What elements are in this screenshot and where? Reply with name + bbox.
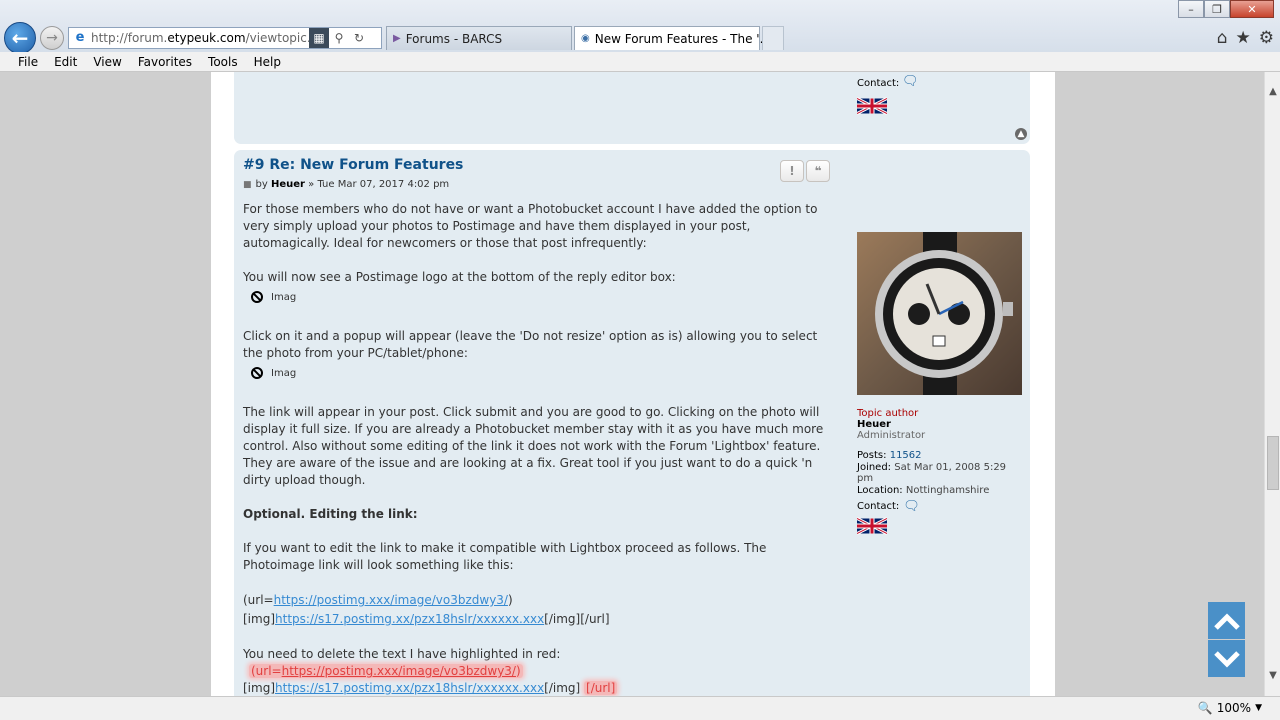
post-paragraph: For those members who do not have or wan… [243, 202, 818, 250]
post-paragraph: If you want to edit the link to make it … [243, 541, 767, 572]
image-alt-text: Imag [271, 291, 297, 303]
back-to-top-icon[interactable]: ▲ [1015, 128, 1027, 140]
scroll-to-bottom-button[interactable] [1208, 640, 1245, 677]
close-window-button[interactable]: ✕ [1230, 0, 1274, 18]
chevron-down-icon: ▼ [1255, 703, 1262, 713]
menu-favorites[interactable]: Favorites [138, 55, 192, 69]
highlighted-url-end: [/url] [584, 681, 618, 695]
profile-joined: Joined: Sat Mar 01, 2008 5:29 pm [857, 461, 1007, 485]
profile-location: Location: Nottinghamshire [857, 484, 990, 496]
back-button[interactable]: ← [4, 22, 36, 54]
forward-button[interactable]: → [40, 26, 64, 50]
menu-tools[interactable]: Tools [208, 55, 238, 69]
by-label: by [255, 179, 268, 190]
broken-image-icon [251, 367, 263, 379]
highlighted-url-segment: (url=https://postimg.xxx/image/vo3bzdwy3… [249, 664, 523, 678]
profile-posts-count[interactable]: 11562 [890, 450, 922, 461]
menu-view[interactable]: View [93, 55, 121, 69]
post-paragraph: Click on it and a popup will appear (lea… [243, 329, 818, 360]
forum-wrap: Contact: 🗨 ▲ #9 Re: New Forum Features ■… [211, 72, 1055, 696]
post-subheading: Optional. Editing the link: [243, 507, 418, 521]
window-controls: – ❐ ✕ [1178, 0, 1274, 18]
tab-forums-barcs[interactable]: ▶ Forums - BARCS [386, 26, 572, 50]
broken-image: Imag [251, 365, 833, 381]
tab-favicon-icon: ▶ [393, 33, 401, 44]
menu-bar: File Edit View Favorites Tools Help [0, 52, 1280, 72]
home-icon[interactable]: ⌂ [1217, 28, 1228, 48]
scrollbar-thumb[interactable] [1267, 436, 1279, 490]
menu-file[interactable]: File [18, 55, 38, 69]
menu-help[interactable]: Help [254, 55, 281, 69]
tab-label: New Forum Features - The '... [594, 31, 772, 46]
broken-image: Imag [251, 289, 833, 305]
contact-bubble-icon[interactable]: 🗨 [902, 74, 919, 89]
ie-page-icon: e [75, 30, 85, 45]
post-author-line: ■ by Heuer » Tue Mar 07, 2017 4:02 pm [243, 179, 449, 190]
tab-label: Forums - BARCS [405, 31, 503, 46]
img-link[interactable]: https://s17.postimg.xx/pzx18hslr/xxxxxx.… [275, 681, 544, 695]
scroll-down-arrow-icon[interactable]: ▼ [1265, 668, 1280, 684]
image-alt-text: Imag [271, 367, 297, 379]
zoom-level: 100% [1216, 701, 1252, 715]
status-bar: 🔍 100% ▼ [0, 696, 1280, 720]
chevron-down-icon [1213, 650, 1240, 668]
refresh-icon[interactable]: ↻ [349, 28, 369, 48]
uk-flag-icon [856, 517, 888, 535]
code-line-url: (url=https://postimg.xxx/image/vo3bzdwy3… [243, 593, 513, 607]
code-line-img-highlighted: [img]https://s17.postimg.xx/pzx18hslr/xx… [243, 681, 618, 695]
post-title[interactable]: #9 Re: New Forum Features [243, 157, 463, 173]
favorites-star-icon[interactable]: ★ [1236, 28, 1251, 48]
browser-titlebar: – ❐ ✕ ← → e http://forum.etypeuk.com/vie… [0, 0, 1280, 54]
scroll-up-arrow-icon[interactable]: ▲ [1265, 84, 1280, 100]
url-link[interactable]: https://postimg.xxx/image/vo3bzdwy3/ [282, 664, 516, 678]
maximize-button[interactable]: ❐ [1204, 0, 1230, 18]
url-link[interactable]: https://postimg.xxx/image/vo3bzdwy3/ [274, 593, 508, 607]
uk-flag-icon [857, 97, 887, 115]
quote-button[interactable]: ❝ [806, 160, 830, 182]
chevron-up-icon [1213, 612, 1240, 630]
vertical-scrollbar[interactable]: ▲ ▼ [1264, 72, 1280, 696]
contact-label: Contact: [857, 78, 900, 89]
post-profile: Topic author Heuer Administrator Posts: … [856, 232, 1023, 539]
search-icon[interactable]: ⚲ [329, 28, 349, 48]
report-button[interactable]: ! [780, 160, 804, 182]
profile-rank: Topic author [857, 408, 919, 419]
tab-new-forum-features[interactable]: ◉ New Forum Features - The '... ✕ [574, 26, 782, 50]
menu-edit[interactable]: Edit [54, 55, 77, 69]
post-date: » Tue Mar 07, 2017 4:02 pm [308, 179, 450, 190]
zoom-icon: 🔍 [1197, 701, 1213, 715]
browser-toolbar: ⌂ ★ ⚙ [1217, 28, 1274, 48]
profile-contact: Contact: 🗨 [857, 499, 920, 514]
contact-bubble-icon[interactable]: 🗨 [903, 499, 920, 514]
post-paragraph: You will now see a Postimage logo at the… [243, 270, 676, 284]
post-paragraph: The link will appear in your post. Click… [243, 405, 824, 487]
profile-name[interactable]: Heuer [857, 419, 1023, 430]
post-author[interactable]: Heuer [271, 179, 305, 190]
code-line-img: [img]https://s17.postimg.xx/pzx18hslr/xx… [243, 612, 610, 626]
post: #9 Re: New Forum Features ■ by Heuer » Tu… [234, 150, 1030, 696]
post-file-icon[interactable]: ■ [243, 180, 252, 190]
minimize-button[interactable]: – [1178, 0, 1204, 18]
avatar[interactable] [857, 232, 1022, 395]
compatibility-view-icon[interactable]: ▦ [309, 28, 329, 48]
new-tab-button[interactable] [762, 26, 784, 50]
post-content: For those members who do not have or wan… [243, 201, 833, 696]
post-paragraph: You need to delete the text I have highl… [243, 647, 561, 661]
address-url[interactable]: http://forum.etypeuk.com/viewtopic.php?f [91, 31, 309, 45]
broken-image-icon [251, 291, 263, 303]
previous-post: Contact: 🗨 [234, 72, 1030, 144]
profile-posts: Posts: 11562 [857, 450, 922, 461]
code-line-url-highlighted: (url=https://postimg.xxx/image/vo3bzdwy3… [243, 663, 833, 680]
zoom-control[interactable]: 🔍 100% ▼ [1198, 701, 1262, 715]
img-link[interactable]: https://s17.postimg.xx/pzx18hslr/xxxxxx.… [275, 612, 544, 626]
address-bar[interactable]: e http://forum.etypeuk.com/viewtopic.php… [68, 27, 382, 49]
tab-favicon-icon: ◉ [581, 33, 590, 44]
profile-role: Administrator [857, 430, 926, 441]
settings-gear-icon[interactable]: ⚙ [1259, 28, 1274, 48]
scroll-to-top-button[interactable] [1208, 602, 1245, 639]
page-viewport: Contact: 🗨 ▲ #9 Re: New Forum Features ■… [0, 72, 1264, 696]
